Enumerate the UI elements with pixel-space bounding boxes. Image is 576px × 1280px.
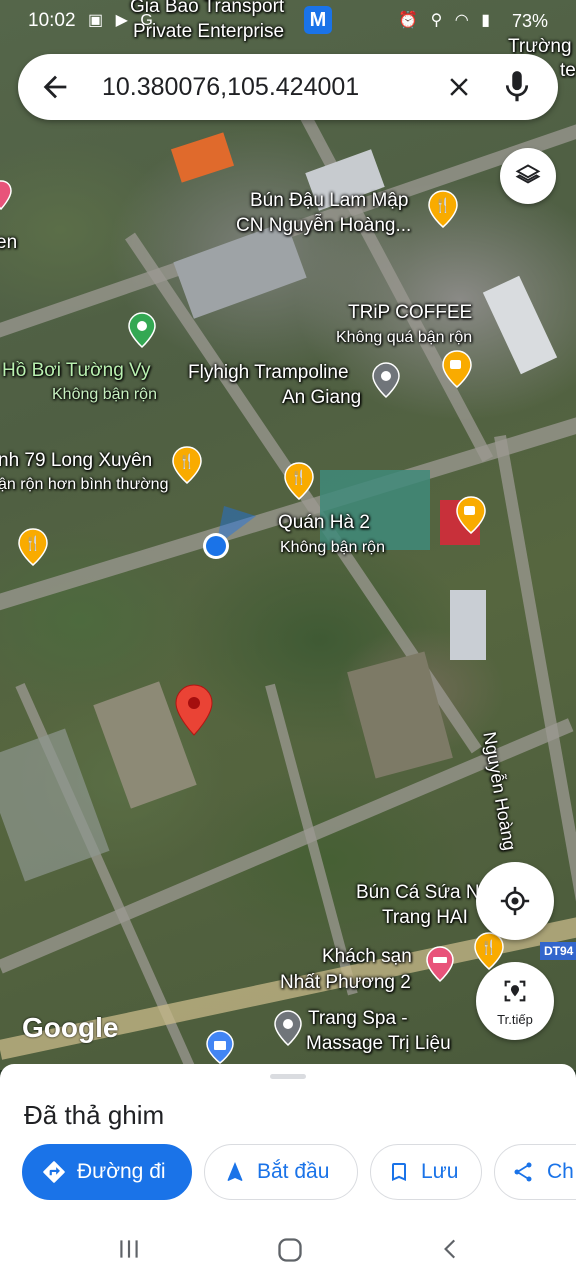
bottom-sheet[interactable]: Đã thả ghim Đường đi Bắt đầu Lưu Ch	[0, 1064, 576, 1220]
svg-text:🍴: 🍴	[290, 469, 307, 486]
action-chips: Đường đi Bắt đầu Lưu Ch	[0, 1144, 576, 1204]
navigate-icon	[504, 980, 526, 1002]
share-button[interactable]: Ch	[494, 1144, 576, 1200]
map-lot	[347, 651, 453, 779]
poi-status: ận rộn hơn bình thường	[0, 476, 169, 493]
map-building	[170, 132, 235, 183]
poi-pin-icon[interactable]	[372, 362, 400, 398]
poi-label[interactable]: Trang Spa -	[308, 1008, 408, 1030]
poi-status: Không bận rộn	[280, 539, 385, 556]
poi-pin-icon[interactable]	[274, 1010, 302, 1046]
poi-label[interactable]: An Giang	[282, 387, 361, 409]
current-location-marker	[203, 506, 256, 559]
poi-label[interactable]: en	[0, 232, 17, 254]
recent-apps-icon[interactable]	[116, 1236, 142, 1262]
cafe-pin-icon[interactable]	[442, 350, 472, 388]
dropped-pin-icon[interactable]	[174, 684, 214, 736]
status-bar: 10:02 ▣ ▶ G ⏰ ⚲ ◠ ▮ 73%	[0, 0, 576, 44]
my-location-icon	[500, 886, 530, 916]
start-label: Bắt đầu	[257, 1160, 330, 1183]
bookmark-icon	[392, 1163, 406, 1181]
status-time: 10:02	[28, 10, 76, 31]
navigate-button[interactable]: Tr.tiếp	[476, 962, 554, 1040]
poi-label[interactable]: nh 79 Long Xuyên	[0, 450, 152, 472]
battery-level: 73%	[511, 11, 548, 31]
poi-label[interactable]: Hồ Bơi Tường Vy	[2, 360, 151, 382]
poi-label[interactable]: Flyhigh Trampoline	[188, 362, 349, 384]
directions-button[interactable]: Đường đi	[22, 1144, 192, 1200]
my-location-button[interactable]	[476, 862, 554, 940]
restaurant-pin-icon[interactable]: 🍴	[428, 190, 458, 228]
notification-icons: ▣ ▶ G	[88, 12, 157, 29]
directions-icon	[43, 1161, 65, 1183]
search-input[interactable]: 10.380076,105.424001	[102, 73, 359, 102]
sheet-drag-handle[interactable]	[270, 1074, 306, 1079]
poi-label[interactable]: CN Nguyễn Hoàng...	[236, 215, 411, 237]
route-shield: DT94	[540, 942, 576, 960]
poi-status: Không bận rộn	[52, 386, 157, 403]
google-logo: Google	[22, 1012, 119, 1043]
back-icon[interactable]	[438, 1236, 464, 1262]
svg-text:🍴: 🍴	[24, 535, 41, 552]
poi-label[interactable]: Massage Trị Liệu	[306, 1033, 451, 1055]
save-button[interactable]: Lưu	[370, 1144, 482, 1200]
save-label: Lưu	[421, 1160, 459, 1183]
restaurant-pin-icon[interactable]: 🍴	[172, 446, 202, 484]
map-building	[482, 275, 558, 375]
mic-icon[interactable]	[498, 68, 536, 106]
sheet-title: Đã thả ghim	[24, 1100, 165, 1130]
layers-button[interactable]	[500, 148, 556, 204]
shopping-pin-icon[interactable]	[206, 1030, 234, 1064]
restaurant-pin-icon[interactable]: 🍴	[284, 462, 314, 500]
svg-text:🍴: 🍴	[178, 453, 195, 470]
search-bar[interactable]: 10.380076,105.424001	[18, 54, 558, 120]
poi-label[interactable]: TRiP COFFEE	[348, 302, 472, 324]
system-navigation-bar	[0, 1220, 576, 1280]
map-building	[450, 590, 486, 660]
restaurant-pin-icon[interactable]: 🍴	[18, 528, 48, 566]
poi-label[interactable]: Khách sạn	[322, 946, 412, 968]
svg-text:🍴: 🍴	[434, 197, 451, 214]
share-label: Ch	[547, 1160, 574, 1183]
poi-label[interactable]: Nhất Phương 2	[280, 972, 411, 994]
svg-text:🍴: 🍴	[480, 939, 497, 956]
system-icons: ⏰ ⚲ ◠ ▮	[398, 12, 494, 29]
share-icon	[514, 1162, 532, 1182]
navigation-arrow-icon	[227, 1162, 243, 1181]
close-icon[interactable]	[444, 72, 474, 102]
home-icon[interactable]	[276, 1236, 304, 1264]
layers-icon	[515, 164, 541, 184]
arrow-back-icon[interactable]	[38, 70, 72, 104]
poi-label[interactable]: Bún Đậu Lam Mập	[250, 190, 408, 212]
poi-label[interactable]: te	[560, 60, 576, 82]
directions-label: Đường đi	[77, 1160, 166, 1183]
poi-label[interactable]: Bún Cá Sứa N	[356, 882, 480, 904]
poi-status: Không quá bận rộn	[336, 329, 473, 346]
start-button[interactable]: Bắt đầu	[204, 1144, 358, 1200]
map-road	[0, 395, 576, 616]
poi-pin-icon[interactable]	[0, 180, 12, 210]
hotel-pin-icon[interactable]	[426, 946, 454, 982]
poi-label[interactable]: Trang HAI	[382, 907, 468, 929]
navigate-label: Tr.tiếp	[497, 1012, 533, 1027]
park-pin-icon[interactable]	[128, 312, 156, 348]
cafe-pin-icon[interactable]	[456, 496, 486, 534]
poi-label[interactable]: Quán Hà 2	[278, 512, 370, 534]
